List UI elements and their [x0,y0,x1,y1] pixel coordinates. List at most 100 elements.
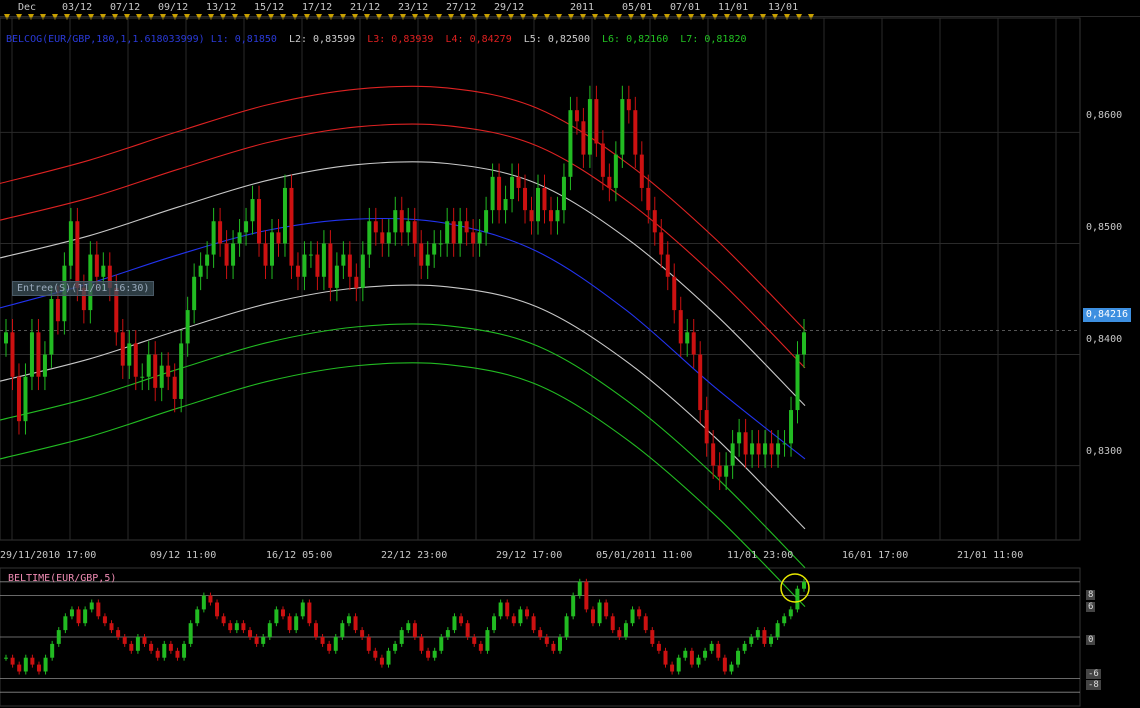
candle [600,143,605,177]
main-chart-canvas[interactable] [0,0,1140,708]
osc-bar [287,616,292,631]
candle [523,187,528,211]
legend-l4: L4: 0,84279 [445,34,512,45]
osc-bar [17,664,22,672]
osc-bar [597,602,602,624]
osc-bar [63,616,68,631]
candle [795,354,800,411]
osc-level-label: -8 [1086,680,1101,690]
osc-bar [248,630,253,637]
osc-bar [544,637,549,644]
candle [159,365,164,388]
legend-l7: L7: 0,81820 [680,34,747,45]
candle [263,243,268,266]
osc-bar [795,588,800,610]
candle [308,254,313,256]
x-tick-label: 09/12 11:00 [150,550,217,561]
osc-bar [307,602,312,624]
indicator-legend: BELCOG(EUR/GBP,180,1,1.618033999) L1: 0,8… [6,34,753,45]
candle [776,443,781,455]
candle [179,343,184,399]
entry-marker-label[interactable]: Entree(S)(11/01 16:30) [12,281,155,296]
y-tick-label: 0,8600 [1086,110,1123,121]
osc-bar [505,602,510,617]
osc-bar [313,623,318,637]
osc-bar [531,616,536,631]
candle [4,332,8,344]
candle [581,121,586,155]
osc-bar [689,650,694,665]
candle [756,443,761,455]
osc-bar [188,623,193,644]
osc-bar [76,609,81,624]
candle [295,265,300,277]
candle [471,232,476,244]
candle [237,232,242,244]
candle [68,221,73,266]
osc-bar [709,643,714,651]
osc-bar [261,637,266,644]
candle [36,332,41,377]
osc-bar [135,637,140,651]
osc-bar [241,623,246,631]
osc-bar [650,630,655,644]
candle [691,332,696,355]
osc-bar [36,664,41,672]
candle [244,221,249,233]
x-tick-label: 21/01 11:00 [957,550,1024,561]
osc-bar [604,602,609,617]
osc-bar [399,630,404,644]
osc-level-label: 8 [1086,590,1096,600]
candle [42,354,47,377]
osc-level-label: 6 [1086,602,1096,612]
band-line-blue [0,217,806,460]
osc-bar [452,616,457,631]
osc-bar [267,623,272,637]
candle [724,465,729,477]
osc-bar [300,602,305,617]
osc-bar [294,616,299,631]
candle [613,154,618,188]
candle [334,265,339,288]
osc-bar [333,637,338,651]
osc-bar [775,623,780,637]
osc-bar [30,657,35,665]
osc-bar [419,637,424,651]
osc-bar [663,650,668,665]
osc-bar [346,616,351,624]
osc-bar [465,623,470,637]
candle [29,332,34,377]
candle [743,432,748,455]
candle [133,343,138,377]
x-tick-label: 11/01 23:00 [727,550,794,561]
candle [360,254,365,288]
osc-bar [43,657,48,672]
candle [445,221,450,244]
candle [646,187,651,211]
osc-bar [116,630,121,637]
osc-bar [406,623,411,631]
candle [607,176,612,188]
osc-bar [577,581,582,596]
osc-bar [538,630,543,637]
candle [250,199,255,222]
candle [101,265,106,277]
band-line-white [0,284,806,530]
candle [185,310,190,344]
osc-bar [703,650,708,658]
osc-bar [623,623,628,637]
candle [555,210,560,222]
candle [55,298,60,322]
osc-bar [518,609,523,624]
candle [763,443,768,455]
osc-bar [182,643,187,658]
x-tick-label: 22/12 23:00 [381,550,448,561]
candle [289,187,294,266]
candle [127,343,132,366]
osc-bar [155,650,160,658]
osc-bar [373,650,378,658]
osc-bar [393,643,398,651]
osc-bar [327,643,332,651]
osc-bar [445,630,450,637]
osc-bar [782,616,787,624]
